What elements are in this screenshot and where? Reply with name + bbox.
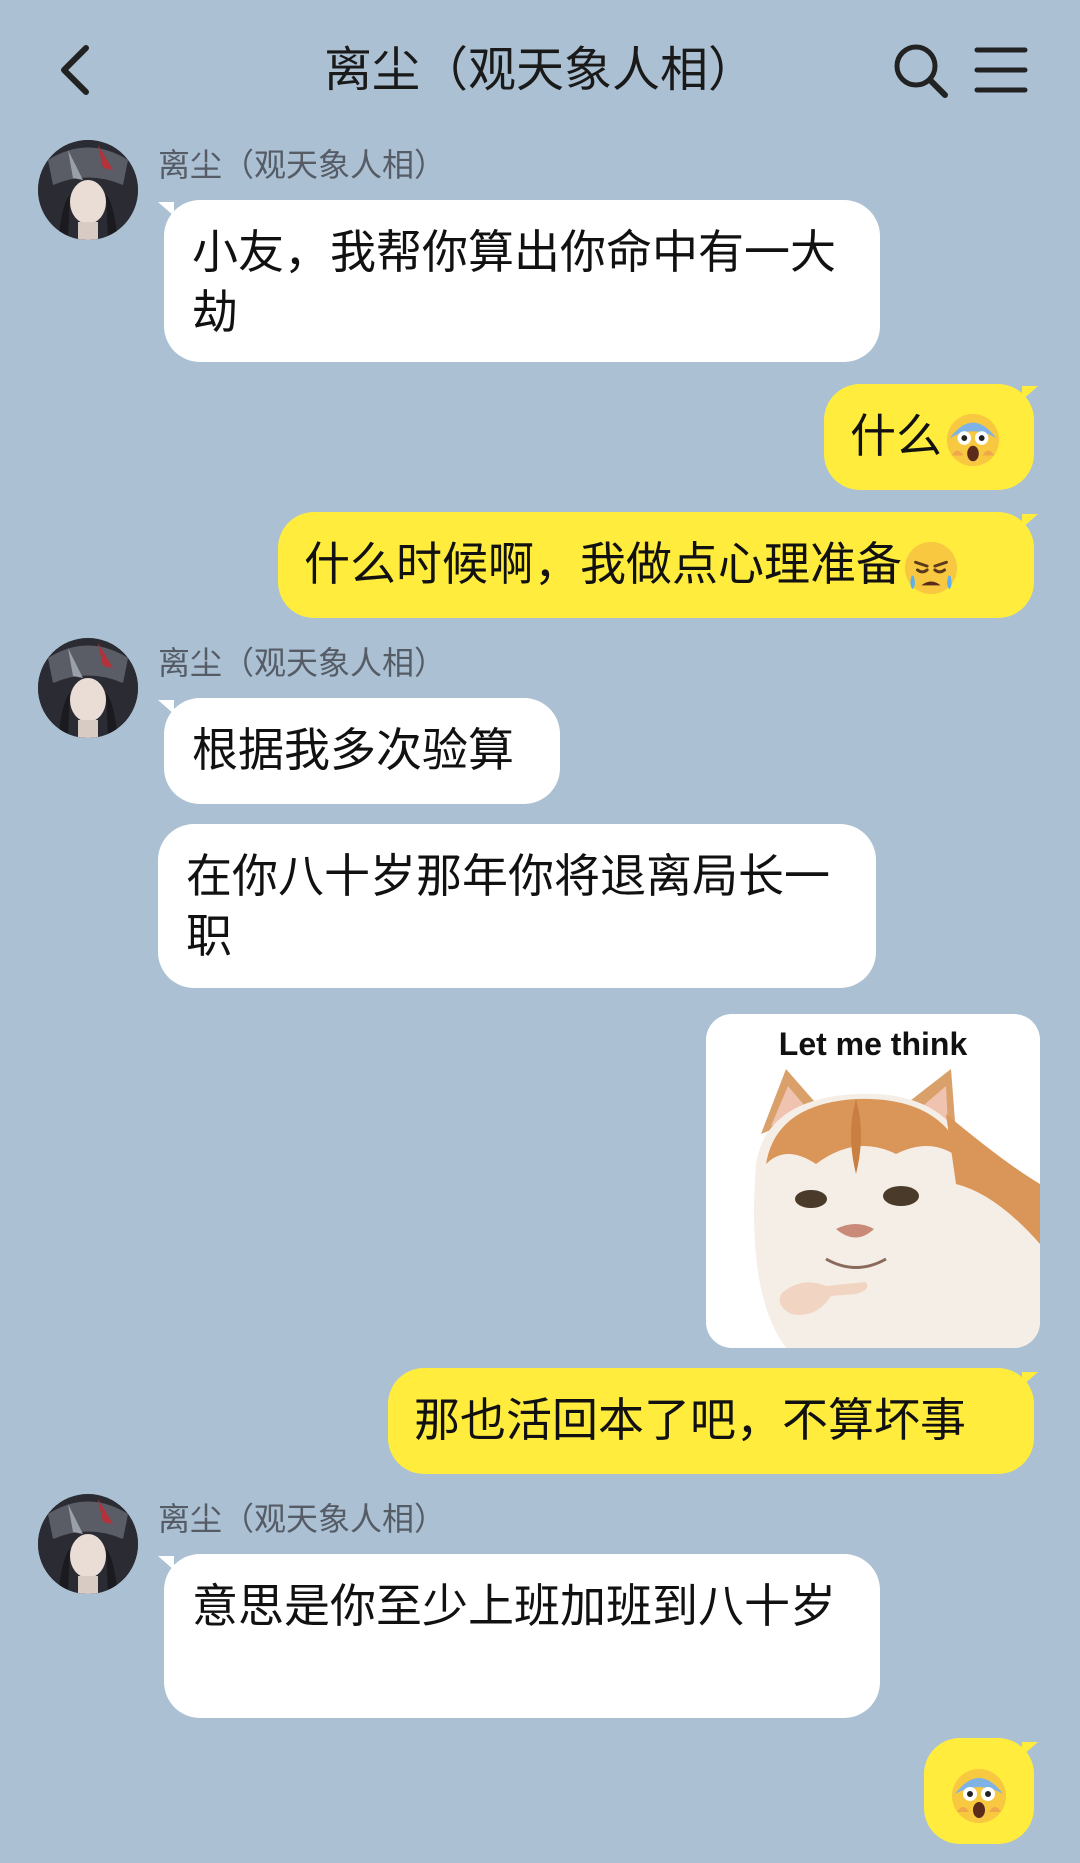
message-bubble-outgoing[interactable] [924,1738,1034,1844]
search-icon [894,44,948,98]
message-bubble-incoming[interactable]: 小友，我帮你算出你命中有一大劫 [164,200,880,362]
chat-header: 离尘（观天象人相） [0,0,1080,140]
hamburger-menu-icon [974,47,1028,93]
screaming-face-emoji [946,413,1000,466]
sender-name: 离尘（观天象人相） [158,146,447,184]
message-text: 什么时候啊，我做点心理准备 [304,537,902,591]
message-bubble-outgoing[interactable]: 那也活回本了吧，不算坏事 [388,1368,1034,1474]
message-text: 根据我多次验算 [192,723,514,777]
worried-tearful-face-emoji [904,541,958,594]
sticker-message[interactable]: Let me think [706,1014,1040,1348]
message-text: 意思是你至少上班加班到八十岁 [192,1579,836,1633]
avatar-image [38,1494,138,1594]
chat-title: 离尘（观天象人相） [323,42,756,98]
back-button[interactable] [50,40,110,100]
message-text: 在你八十岁那年你将退离局长一职 [186,849,830,963]
contact-avatar[interactable] [38,140,138,240]
chevron-left-icon [61,45,89,95]
contact-avatar[interactable] [38,638,138,738]
menu-button[interactable] [972,40,1030,100]
contact-avatar[interactable] [38,1494,138,1594]
message-text: 那也活回本了吧，不算坏事 [414,1393,966,1447]
sender-name: 离尘（观天象人相） [158,1500,447,1538]
message-bubble-incoming[interactable]: 根据我多次验算 [164,698,560,804]
message-bubble-outgoing[interactable]: 什么 [824,384,1034,490]
search-button[interactable] [890,40,950,100]
screaming-face-emoji [952,1768,1006,1823]
message-text: 小友，我帮你算出你命中有一大劫 [192,225,836,339]
avatar-image [38,140,138,240]
message-bubble-incoming[interactable]: 意思是你至少上班加班到八十岁 [164,1554,880,1718]
sender-name: 离尘（观天象人相） [158,644,447,682]
message-bubble-incoming[interactable]: 在你八十岁那年你将退离局长一职 [158,824,876,988]
cat-sticker-image [754,1069,1040,1348]
message-text: 什么 [850,409,942,463]
message-bubble-outgoing[interactable]: 什么时候啊，我做点心理准备 [278,512,1034,618]
avatar-image [38,638,138,738]
